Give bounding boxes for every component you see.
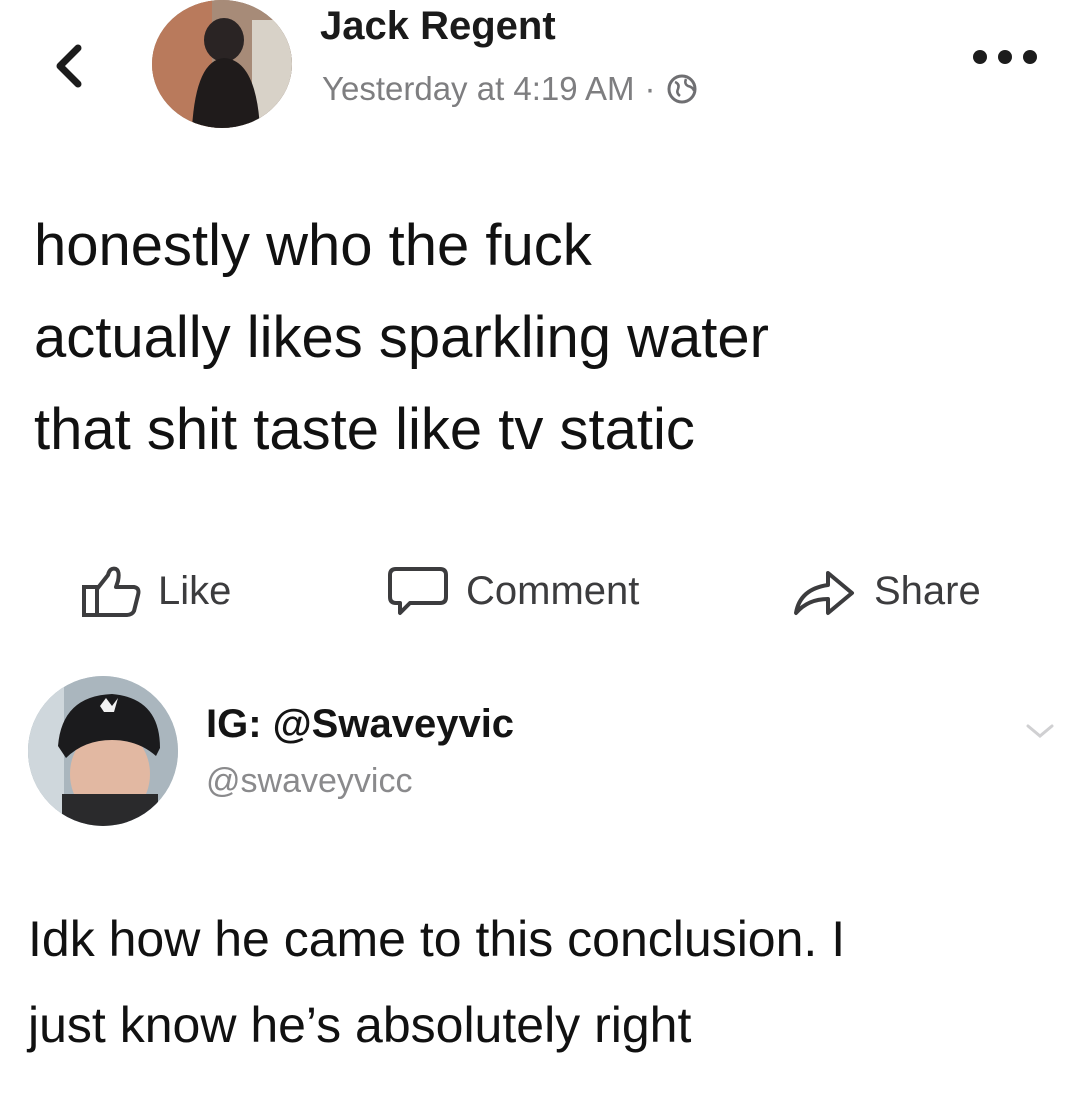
author-name[interactable]: Jack Regent: [320, 4, 556, 49]
tweet-menu-button[interactable]: [1020, 718, 1060, 744]
share-label: Share: [874, 568, 981, 613]
chevron-down-icon: [1026, 724, 1054, 738]
post-body-line: honestly who the fuck: [34, 213, 592, 278]
comment-button[interactable]: Comment: [386, 560, 639, 622]
post-timestamp[interactable]: Yesterday at 4:19 AM: [322, 70, 635, 108]
share-arrow-icon: [794, 571, 854, 615]
comment-label: Comment: [466, 568, 640, 613]
share-button[interactable]: Share: [790, 560, 981, 622]
tweet-handle[interactable]: @swaveyvicc: [206, 762, 412, 801]
chevron-left-icon: [56, 44, 82, 88]
tweet-avatar[interactable]: [28, 676, 178, 826]
author-avatar[interactable]: [152, 0, 292, 128]
tweet-body: Idk how he came to this conclusion. I ju…: [28, 896, 1058, 1068]
meta-separator: ·: [644, 70, 656, 107]
post-body: honestly who the fuck actually likes spa…: [34, 200, 1044, 476]
post-body-line: actually likes sparkling water: [34, 305, 769, 370]
tweet-display-name[interactable]: IG: @Swaveyvic: [206, 702, 514, 747]
post-meta: Yesterday at 4:19 AM ·: [322, 70, 698, 108]
like-button[interactable]: Like: [78, 560, 231, 622]
tweet-body-line: Idk how he came to this conclusion. I: [28, 911, 846, 967]
post-body-line: that shit taste like tv static: [34, 397, 695, 462]
thumbs-up-icon: [82, 566, 141, 617]
like-label: Like: [158, 568, 232, 613]
more-options-button[interactable]: [968, 40, 1042, 74]
more-horizontal-icon: [973, 50, 1037, 64]
tweet-body-line: just know he’s absolutely right: [28, 997, 692, 1053]
back-button[interactable]: [44, 34, 94, 94]
speech-bubble-icon: [388, 567, 448, 615]
globe-icon: [667, 74, 696, 104]
